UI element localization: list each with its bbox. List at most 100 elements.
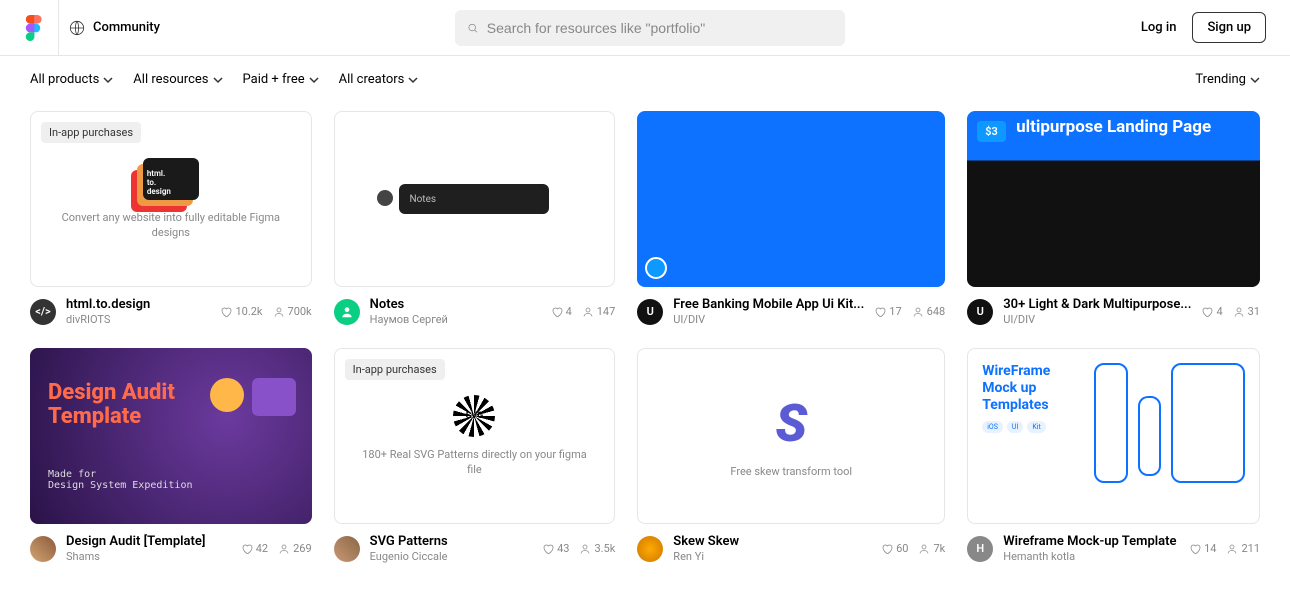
iap-badge: In-app purchases [41, 122, 141, 143]
login-button[interactable]: Log in [1141, 20, 1177, 35]
heart-icon [874, 306, 886, 318]
figma-badge-icon [645, 257, 667, 279]
card-thumbnail: S Free skew transform tool [637, 348, 945, 524]
thumb-graphic: Notes [399, 184, 549, 214]
globe-icon[interactable] [69, 20, 85, 36]
card-meta: U 30+ Light & Dark Multipurpose... UI/DI… [967, 297, 1260, 326]
card-title: Skew Skew [673, 534, 871, 549]
card-meta: Notes Наумов Сергей 4 147 [334, 297, 616, 326]
resource-card[interactable]: S Free skew transform tool Skew Skew Ren… [637, 348, 945, 563]
thumb-graphic: S [775, 393, 807, 454]
card-title: Wireframe Mock-up Template [1003, 534, 1179, 549]
uses-stat: 147 [582, 305, 616, 318]
search-wrap [160, 10, 1141, 46]
signup-button[interactable]: Sign up [1192, 12, 1266, 43]
community-link[interactable]: Community [93, 20, 160, 35]
card-author: Hemanth kotla [1003, 550, 1179, 563]
heart-icon [1189, 543, 1201, 555]
heart-icon [241, 543, 253, 555]
uses-stat: 648 [912, 305, 946, 318]
filter-creators[interactable]: All creators [339, 72, 419, 87]
card-author: Shams [66, 550, 231, 563]
card-thumbnail: WireFrame Mock up Templates iOSUIKit [967, 348, 1260, 524]
iap-badge: In-app purchases [345, 359, 445, 380]
user-icon [1233, 306, 1245, 318]
card-author: Ren Yi [673, 550, 871, 563]
uses-stat: 700k [273, 305, 312, 318]
thumb-caption: Convert any website into fully editable … [31, 210, 311, 241]
auth-actions: Log in Sign up [1141, 12, 1266, 43]
card-author: Наумов Сергей [370, 313, 541, 326]
heart-icon [551, 306, 563, 318]
user-icon [1226, 543, 1238, 555]
card-title: Free Banking Mobile App Ui Kit... [673, 297, 864, 312]
resource-card[interactable]: In-app purchases html. to. design Conver… [30, 111, 312, 326]
sort-trending[interactable]: Trending [1195, 72, 1260, 87]
thumb-caption: 180+ Real SVG Patterns directly on your … [335, 447, 615, 478]
card-stats: 10.2k 700k [220, 305, 311, 318]
figma-logo-icon[interactable] [24, 15, 42, 41]
chevron-down-icon [408, 75, 418, 85]
resource-card[interactable]: WireFrame Mock up Templates iOSUIKit H W… [967, 348, 1260, 563]
resource-card[interactable]: Notes Notes Наумов Сергей 4 147 [334, 111, 616, 326]
author-avatar[interactable] [334, 536, 360, 562]
card-author: divRIOTS [66, 313, 210, 326]
chevron-down-icon [213, 75, 223, 85]
chevron-down-icon [309, 75, 319, 85]
chevron-down-icon [1250, 75, 1260, 85]
tablet-frame-icon [1171, 363, 1246, 483]
card-stats: 4 31 [1201, 305, 1260, 318]
filter-label: All creators [339, 72, 405, 87]
card-meta: </> html.to.design divRIOTS 10.2k 700k [30, 297, 312, 326]
logo-section [24, 0, 59, 55]
thumb-graphic: SVG [453, 395, 495, 437]
author-avatar[interactable]: U [967, 299, 993, 325]
filter-products[interactable]: All products [30, 72, 113, 87]
card-stats: 43 3.5k [542, 542, 615, 555]
thumb-header: ultipurpose Landing Page [967, 117, 1260, 137]
search-input[interactable] [487, 20, 834, 36]
uses-stat: 7k [918, 542, 945, 555]
card-thumbnail [637, 111, 945, 287]
author-avatar[interactable]: H [967, 536, 993, 562]
author-avatar[interactable]: U [637, 299, 663, 325]
author-avatar[interactable] [637, 536, 663, 562]
card-thumbnail: Design Audit Template Made for Design Sy… [30, 348, 312, 524]
card-title: Notes [370, 297, 541, 312]
card-meta: Skew Skew Ren Yi 60 7k [637, 534, 945, 563]
likes-stat: 43 [542, 542, 569, 555]
card-title: SVG Patterns [370, 534, 532, 549]
filter-label: Paid + free [243, 72, 305, 87]
thumb-title: WireFrame Mock up Templates [982, 363, 1084, 413]
filter-price[interactable]: Paid + free [243, 72, 319, 87]
phone-frame-icon [1094, 363, 1128, 483]
user-icon [582, 306, 594, 318]
card-thumbnail: In-app purchases SVG 180+ Real SVG Patte… [334, 348, 616, 524]
search-icon [467, 22, 478, 34]
card-title: html.to.design [66, 297, 210, 312]
likes-stat: 4 [1201, 305, 1222, 318]
thumb-graphic [210, 378, 296, 416]
uses-stat: 211 [1226, 542, 1260, 555]
heart-icon [1201, 306, 1213, 318]
card-stats: 17 648 [874, 305, 945, 318]
likes-stat: 17 [874, 305, 901, 318]
thumb-sub: Design System Expedition [48, 480, 193, 491]
author-avatar[interactable] [334, 299, 360, 325]
resource-card[interactable]: $3 ultipurpose Landing Page U 30+ Light … [967, 111, 1260, 326]
card-author: UI/DIV [1003, 313, 1191, 326]
thumb-caption: Free skew transform tool [710, 464, 872, 479]
filter-resources[interactable]: All resources [133, 72, 222, 87]
card-title: Design Audit [Template] [66, 534, 231, 549]
thumb-sub: Made for [48, 469, 96, 480]
author-avatar[interactable] [30, 536, 56, 562]
likes-stat: 10.2k [220, 305, 262, 318]
resource-card[interactable]: In-app purchases SVG 180+ Real SVG Patte… [334, 348, 616, 563]
card-title: 30+ Light & Dark Multipurpose... [1003, 297, 1191, 312]
likes-stat: 60 [881, 542, 908, 555]
search-box[interactable] [455, 10, 845, 46]
resource-card[interactable]: U Free Banking Mobile App Ui Kit... UI/D… [637, 111, 945, 326]
resource-card[interactable]: Design Audit Template Made for Design Sy… [30, 348, 312, 563]
author-avatar[interactable]: </> [30, 299, 56, 325]
thumb-graphic: html. to. design [143, 158, 199, 200]
